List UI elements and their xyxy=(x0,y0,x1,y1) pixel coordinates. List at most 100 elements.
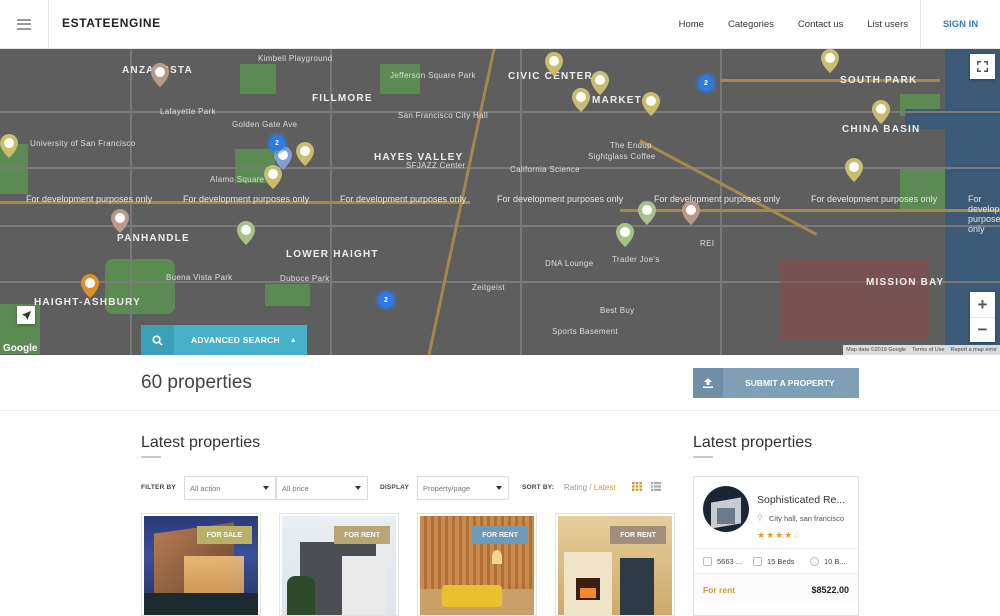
nav-contact[interactable]: Contact us xyxy=(798,19,843,30)
area-icon xyxy=(703,556,712,566)
display-label: DISPLAY xyxy=(380,484,409,491)
property-map-pin[interactable] xyxy=(572,88,590,112)
nav-home[interactable]: Home xyxy=(679,19,704,30)
zoom-out-button[interactable]: − xyxy=(970,317,995,342)
property-map-pin[interactable] xyxy=(872,100,890,124)
advanced-search-button[interactable]: ADVANCED SEARCH ▲ xyxy=(141,325,307,355)
property-meta: 5663 ... 15 Beds 10 B... xyxy=(694,548,858,574)
map-attribution: Map data ©2019 Google Terms of Use Repor… xyxy=(843,345,1000,355)
menu-button[interactable] xyxy=(0,0,49,48)
property-card[interactable]: FOR SALE xyxy=(141,513,261,616)
property-map-pin[interactable] xyxy=(591,71,609,95)
property-map-pin[interactable] xyxy=(111,209,129,233)
map-place-label: Duboce Park xyxy=(280,274,330,283)
price-filter-select[interactable]: All price xyxy=(276,476,368,500)
heading-underline xyxy=(141,456,161,458)
sidebar-heading: Latest properties xyxy=(693,434,813,451)
zoom-controls: + − xyxy=(970,292,995,342)
grid-view-icon[interactable] xyxy=(632,482,642,491)
map-watermark: For development purposes only xyxy=(183,194,310,204)
property-map-pin[interactable] xyxy=(642,92,660,116)
area-value: 5663 ... xyxy=(717,556,743,566)
price-filter-value: All price xyxy=(282,483,309,493)
area-meta: 5663 ... xyxy=(703,556,753,566)
map-place-label: SFJAZZ Center xyxy=(406,161,466,170)
latest-property-widget[interactable]: Sophisticated Re... ⚲ City hall, san fra… xyxy=(693,476,859,616)
map-place-label: California Science xyxy=(510,165,580,174)
property-card[interactable]: FOR RENT xyxy=(279,513,399,616)
status-badge: FOR RENT xyxy=(472,526,528,544)
nav-list-users[interactable]: List users xyxy=(867,19,908,30)
baths-meta: 10 B... xyxy=(810,556,846,566)
property-card[interactable]: FOR RENT xyxy=(417,513,537,616)
map-highway xyxy=(639,139,818,236)
property-map-pin[interactable] xyxy=(682,201,700,225)
terms-link[interactable]: Terms of Use xyxy=(912,347,944,353)
property-count: 60 properties xyxy=(141,372,252,393)
report-error-link[interactable]: Report a map error xyxy=(951,347,997,353)
property-map-pin[interactable] xyxy=(616,223,634,247)
property-footer: For rent $8522.00 xyxy=(694,574,858,604)
map-place-label: Sightglass Coffee xyxy=(588,152,656,161)
bath-icon xyxy=(810,556,819,566)
fullscreen-icon xyxy=(977,61,988,72)
property-map-pin[interactable] xyxy=(151,63,169,87)
property-map[interactable]: ANZA VISTA FILLMORE HAYES VALLEY PANHAND… xyxy=(0,49,1000,355)
property-card[interactable]: FOR RENT xyxy=(555,513,675,616)
map-watermark: For development purposes only xyxy=(968,194,1000,234)
baths-value: 10 B... xyxy=(824,556,846,566)
property-map-pin[interactable] xyxy=(845,158,863,182)
sort-options: Rating / Latest xyxy=(564,483,616,492)
submit-property-button[interactable]: SUBMIT A PROPERTY xyxy=(693,368,859,398)
section-divider xyxy=(0,410,1000,411)
map-place-label: Jefferson Square Park xyxy=(390,71,476,80)
map-neighborhood-label: FILLMORE xyxy=(312,93,373,104)
map-road xyxy=(0,225,1000,227)
map-park xyxy=(265,284,310,306)
property-thumbnail[interactable] xyxy=(703,486,749,532)
sort-separator: / xyxy=(587,483,594,492)
property-title[interactable]: Sophisticated Re... xyxy=(757,494,845,506)
map-road xyxy=(0,111,1000,113)
bed-icon xyxy=(753,556,762,566)
property-map-pin[interactable] xyxy=(237,221,255,245)
main-nav: Home Categories Contact us List users xyxy=(679,0,908,48)
map-cluster-marker[interactable]: 2 xyxy=(698,75,714,91)
property-map-pin[interactable] xyxy=(638,201,656,225)
nav-categories[interactable]: Categories xyxy=(728,19,774,30)
property-map-pin[interactable] xyxy=(0,134,18,158)
beds-meta: 15 Beds xyxy=(753,556,810,566)
caret-up-icon: ▲ xyxy=(289,336,297,344)
sign-in-button[interactable]: SIGN IN xyxy=(920,0,1000,48)
map-watermark: For development purposes only xyxy=(654,194,781,204)
property-location: City hall, san francisco xyxy=(769,514,845,523)
action-filter-select[interactable]: All action xyxy=(184,476,276,500)
map-watermark: For development purposes only xyxy=(340,194,467,204)
status-badge: FOR RENT xyxy=(610,526,666,544)
my-location-button[interactable] xyxy=(17,306,35,324)
rating-stars: ★★★★☆ xyxy=(757,530,803,540)
property-map-pin[interactable] xyxy=(81,274,99,298)
sort-rating-link[interactable]: Rating xyxy=(564,483,587,492)
map-place-label: Zeitgeist xyxy=(472,283,505,292)
map-cluster-marker[interactable]: 2 xyxy=(378,292,394,308)
filter-by-label: FILTER BY xyxy=(141,484,176,491)
zoom-in-button[interactable]: + xyxy=(970,292,995,317)
brand-logo[interactable]: ESTATEENGINE xyxy=(62,16,161,30)
fullscreen-button[interactable] xyxy=(970,54,995,79)
map-cluster-marker[interactable]: 2 xyxy=(269,135,285,151)
map-neighborhood-label: MISSION BAY xyxy=(866,277,945,288)
map-place-label: University of San Francisco xyxy=(30,139,136,148)
map-neighborhood-label: CHINA BASIN xyxy=(842,124,921,135)
display-select[interactable]: Property/page xyxy=(417,476,509,500)
list-view-icon[interactable] xyxy=(651,482,661,491)
latest-properties-heading: Latest properties xyxy=(141,434,261,451)
map-place-label: REI xyxy=(700,239,715,248)
property-map-pin[interactable] xyxy=(821,49,839,73)
map-place-label: Kimbell Playground xyxy=(258,54,333,63)
sort-latest-link[interactable]: Latest xyxy=(594,483,616,492)
map-neighborhood-label: PANHANDLE xyxy=(117,233,190,244)
map-place-label: Alamo Square xyxy=(210,175,265,184)
property-map-pin[interactable] xyxy=(545,52,563,76)
property-map-pin[interactable] xyxy=(296,142,314,166)
